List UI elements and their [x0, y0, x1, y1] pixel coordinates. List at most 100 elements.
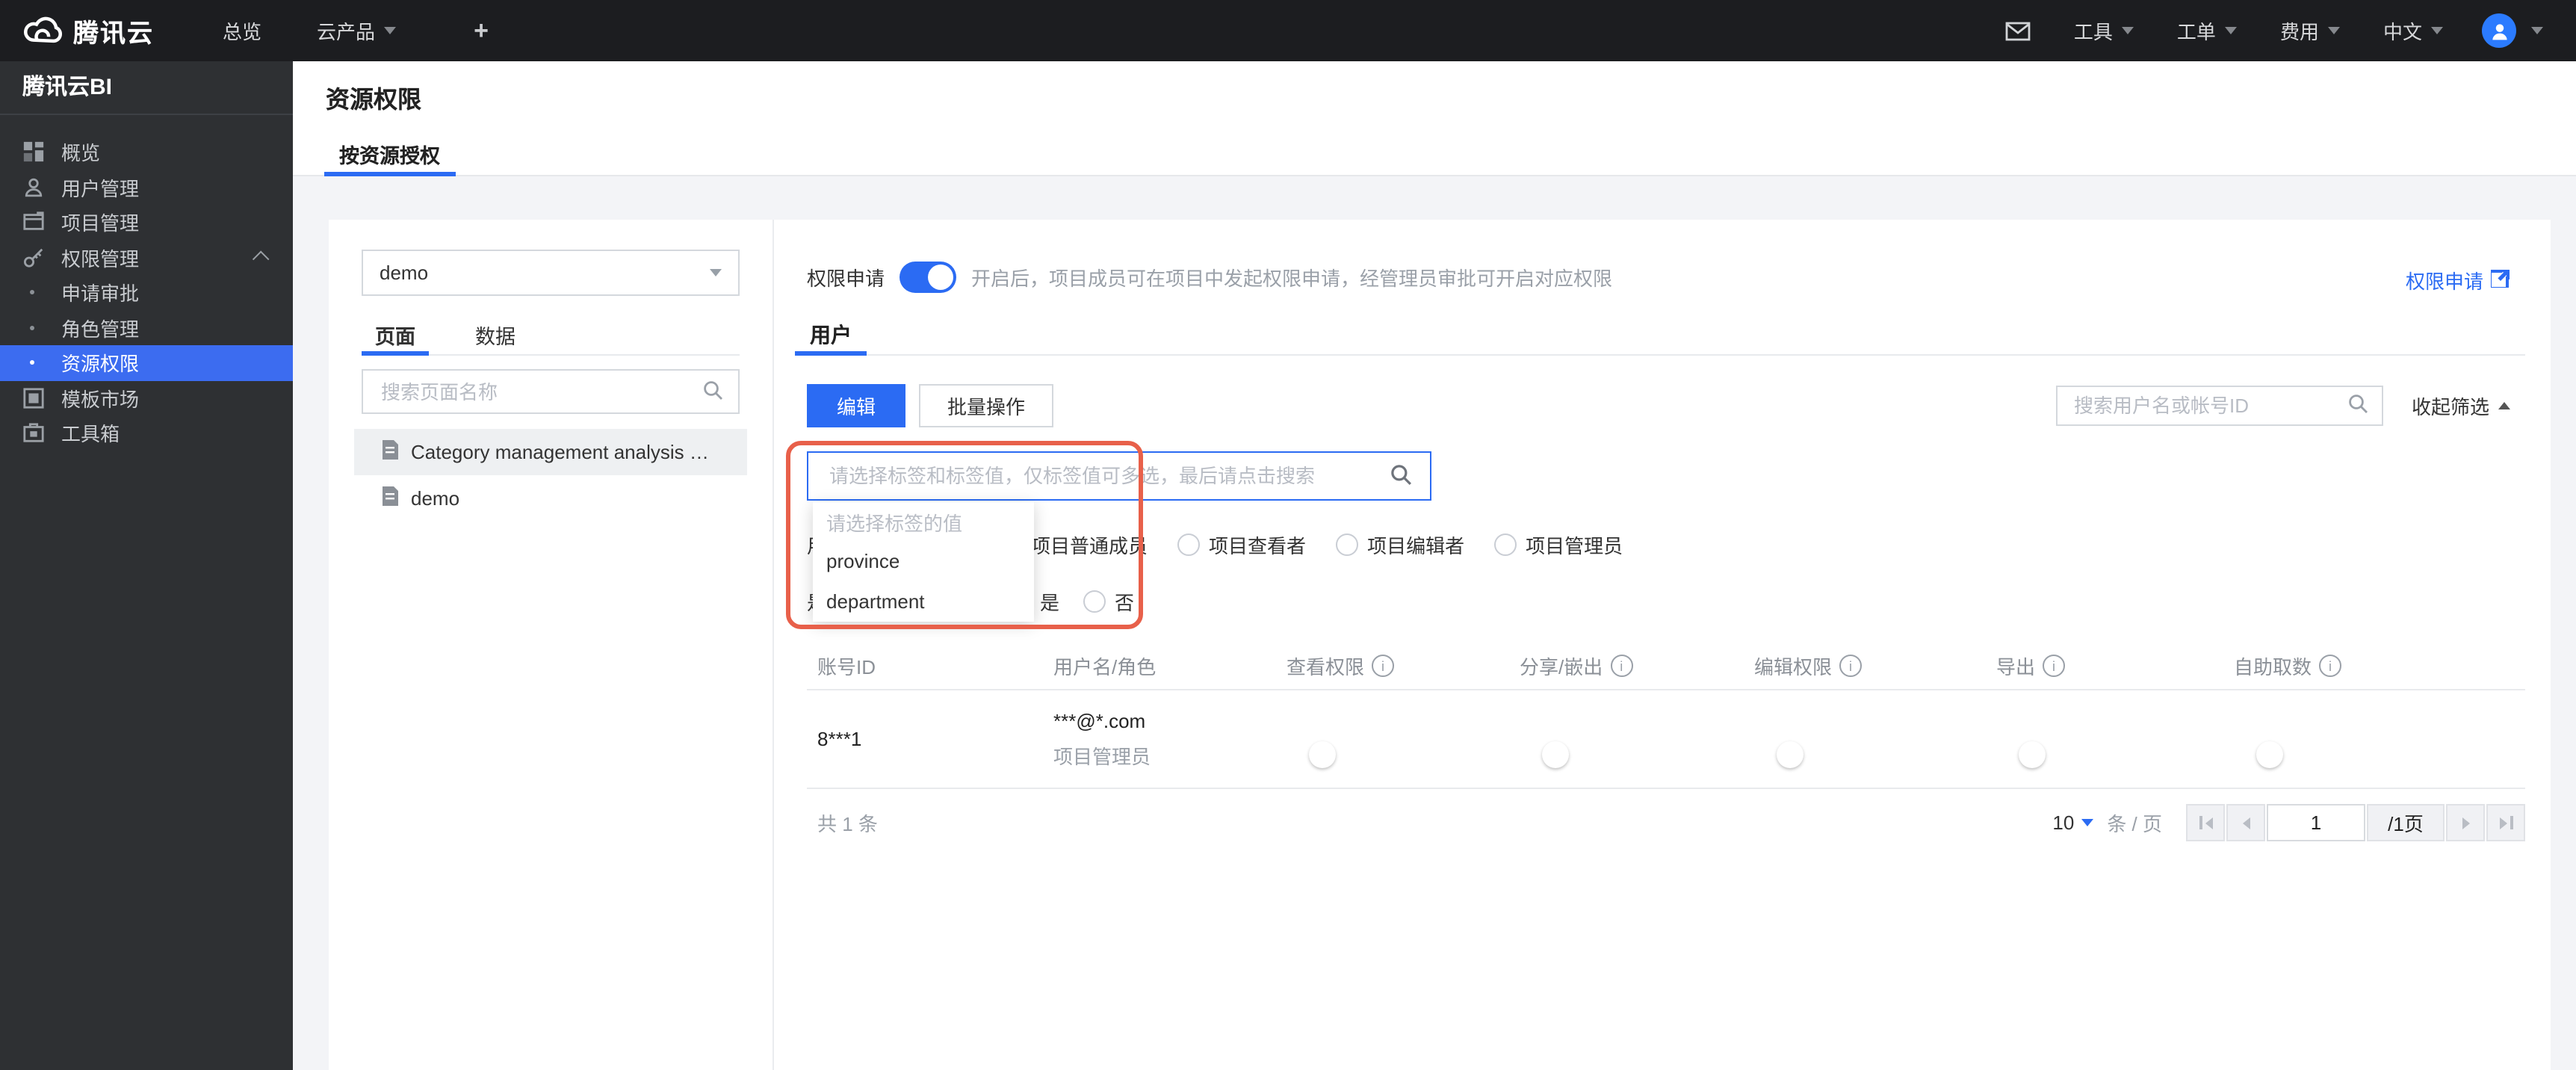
page-number-input[interactable] — [2268, 810, 2364, 835]
list-item[interactable]: demo — [354, 475, 747, 522]
user-search-box — [2055, 386, 2383, 426]
account-chevron-down-icon[interactable] — [2531, 27, 2543, 34]
user-search-input[interactable] — [2070, 393, 2347, 418]
avatar[interactable] — [2482, 13, 2516, 48]
topbar-tickets-menu[interactable]: 工单 — [2177, 16, 2237, 45]
dashboard-grid-icon — [21, 140, 45, 164]
resource-type-tabs: 页面 数据 — [362, 315, 740, 356]
column-export: 导出 i — [1986, 652, 2223, 680]
radio-icon — [1336, 534, 1359, 556]
tag-value-dropdown: 请选择标签的值 province department — [813, 502, 1034, 622]
column-self-service: 自助取数 i — [2223, 652, 2525, 680]
toolbox-icon — [21, 421, 45, 445]
mail-icon[interactable] — [2005, 20, 2031, 41]
table-footer: 共 1 条 10 条 / 页 1 /1页 — [807, 804, 2525, 841]
column-account-id: 账号ID — [817, 656, 876, 678]
search-icon — [1390, 463, 1412, 489]
tab-data[interactable]: 数据 — [462, 315, 529, 354]
sidebar-item-overview[interactable]: 概览 — [0, 134, 293, 170]
dropdown-option-department[interactable]: department — [813, 581, 1034, 621]
radio-project-viewer[interactable]: 项目查看者 — [1177, 531, 1306, 559]
sidebar-item-permission-management[interactable]: 权限管理 — [0, 240, 293, 275]
role-radio-group: 项目普通成员 项目查看者 项目编辑者 项目管理员 — [1000, 531, 1653, 559]
info-icon[interactable]: i — [1610, 655, 1633, 677]
previous-page-button[interactable] — [2226, 804, 2265, 841]
user-permission-table: 账号ID 用户名/角色 查看权限 i 分享/嵌出 i 编辑权限 i 导出 i 自… — [807, 643, 2525, 789]
tab-authorize-by-resource[interactable]: 按资源授权 — [324, 133, 455, 176]
sidebar-item-role-management[interactable]: 角色管理 — [0, 310, 293, 345]
search-icon — [702, 379, 723, 404]
user-tab-bar: 用户 — [795, 315, 2525, 356]
topbar-language-menu[interactable]: 中文 — [2383, 16, 2443, 45]
list-item-label: Category management analysis das... — [411, 441, 710, 463]
info-icon[interactable]: i — [1372, 655, 1395, 677]
sidebar-item-project-management[interactable]: 项目管理 — [0, 205, 293, 240]
sidebar-item-label: 概览 — [61, 142, 101, 165]
collapse-filter-toggle[interactable]: 收起筛选 — [2412, 392, 2510, 420]
permission-request-label: 权限申请 — [807, 268, 885, 290]
sidebar-item-label: 项目管理 — [61, 212, 140, 235]
pagination-buttons: /1页 — [2186, 804, 2525, 841]
main-area: 资源权限 按资源授权 demo 页面 数据 搜索页面名称 Category ma… — [293, 61, 2576, 1070]
sidebar-item-user-management[interactable]: 用户管理 — [0, 170, 293, 205]
sidebar-item-label: 权限管理 — [61, 247, 140, 270]
sidebar-item-label: 模板市场 — [61, 388, 140, 411]
sidebar: 腾讯云BI 概览 用户管理 项目管理 权限管理 申请审批 角色管理 资源权限 模… — [0, 61, 293, 1070]
bullet-dot-icon — [30, 325, 34, 330]
external-link-icon — [2491, 268, 2510, 292]
table-header-row: 账号ID 用户名/角色 查看权限 i 分享/嵌出 i 编辑权限 i 导出 i 自… — [807, 643, 2525, 690]
logo-text: 腾讯云 — [73, 19, 154, 48]
content-area: demo 页面 数据 搜索页面名称 Category management an… — [293, 176, 2576, 1070]
last-page-button[interactable] — [2486, 804, 2525, 841]
permission-request-link[interactable]: 权限申请 — [2406, 266, 2510, 294]
next-page-button[interactable] — [2446, 804, 2485, 841]
topbar-billing-menu[interactable]: 费用 — [2280, 16, 2340, 45]
tag-search-input[interactable] — [826, 463, 1390, 489]
info-icon[interactable]: i — [2043, 655, 2066, 677]
sidebar-item-toolbox[interactable]: 工具箱 — [0, 415, 293, 451]
user-icon — [21, 176, 45, 200]
topbar-overview-link[interactable]: 总览 — [223, 16, 261, 45]
tab-user[interactable]: 用户 — [795, 315, 867, 356]
document-icon — [381, 486, 399, 511]
page-header: 资源权限 — [293, 61, 2576, 133]
chevron-down-icon — [710, 269, 722, 276]
permission-request-row: 权限申请 开启后，项目成员可在项目中发起权限申请，经管理员审批可开启对应权限 — [807, 262, 1612, 293]
radio-no[interactable]: 否 — [1083, 587, 1134, 616]
search-icon — [2347, 393, 2368, 418]
sidebar-item-template-market[interactable]: 模板市场 — [0, 380, 293, 415]
tab-pages[interactable]: 页面 — [362, 315, 429, 356]
topbar-products-menu[interactable]: 云产品 — [317, 16, 397, 45]
radio-icon — [1083, 590, 1106, 613]
topbar-tools-menu[interactable]: 工具 — [2074, 16, 2134, 45]
topbar-add-tab-button[interactable]: + — [474, 16, 489, 46]
chevron-down-icon — [2224, 27, 2237, 34]
sidebar-item-apply-approval[interactable]: 申请审批 — [0, 275, 293, 310]
page-tab-bar: 按资源授权 — [293, 133, 2576, 176]
chevron-down-icon — [2121, 27, 2134, 34]
page-search-input[interactable] — [378, 379, 702, 404]
list-item-label: demo — [411, 487, 460, 510]
project-window-icon — [21, 211, 45, 235]
column-edit-permission: 编辑权限 i — [1744, 652, 1986, 680]
per-page-label: 条 / 页 — [2107, 813, 2162, 835]
sidebar-item-resource-permission[interactable]: 资源权限 — [0, 345, 293, 380]
tencent-cloud-logo[interactable]: 腾讯云 — [21, 12, 154, 49]
list-item[interactable]: Category management analysis das... — [354, 429, 747, 475]
chevron-down-icon — [2431, 27, 2443, 34]
username: ***@*.com — [1053, 709, 1146, 732]
edit-button[interactable]: 编辑 — [807, 384, 905, 427]
batch-operation-button[interactable]: 批量操作 — [919, 384, 1053, 427]
radio-project-admin[interactable]: 项目管理员 — [1494, 531, 1623, 559]
radio-project-editor[interactable]: 项目编辑者 — [1336, 531, 1464, 559]
page-size-select[interactable]: 10 — [2052, 811, 2094, 834]
sidebar-item-label: 角色管理 — [61, 318, 140, 341]
cloud-logo-icon — [21, 14, 63, 47]
dropdown-option-province[interactable]: province — [813, 542, 1034, 581]
permission-request-toggle[interactable] — [900, 262, 957, 293]
total-pages-label: /1页 — [2367, 804, 2445, 841]
info-icon[interactable]: i — [1839, 655, 1863, 677]
info-icon[interactable]: i — [2319, 655, 2342, 677]
first-page-button[interactable] — [2186, 804, 2225, 841]
project-select[interactable]: demo — [362, 250, 740, 296]
